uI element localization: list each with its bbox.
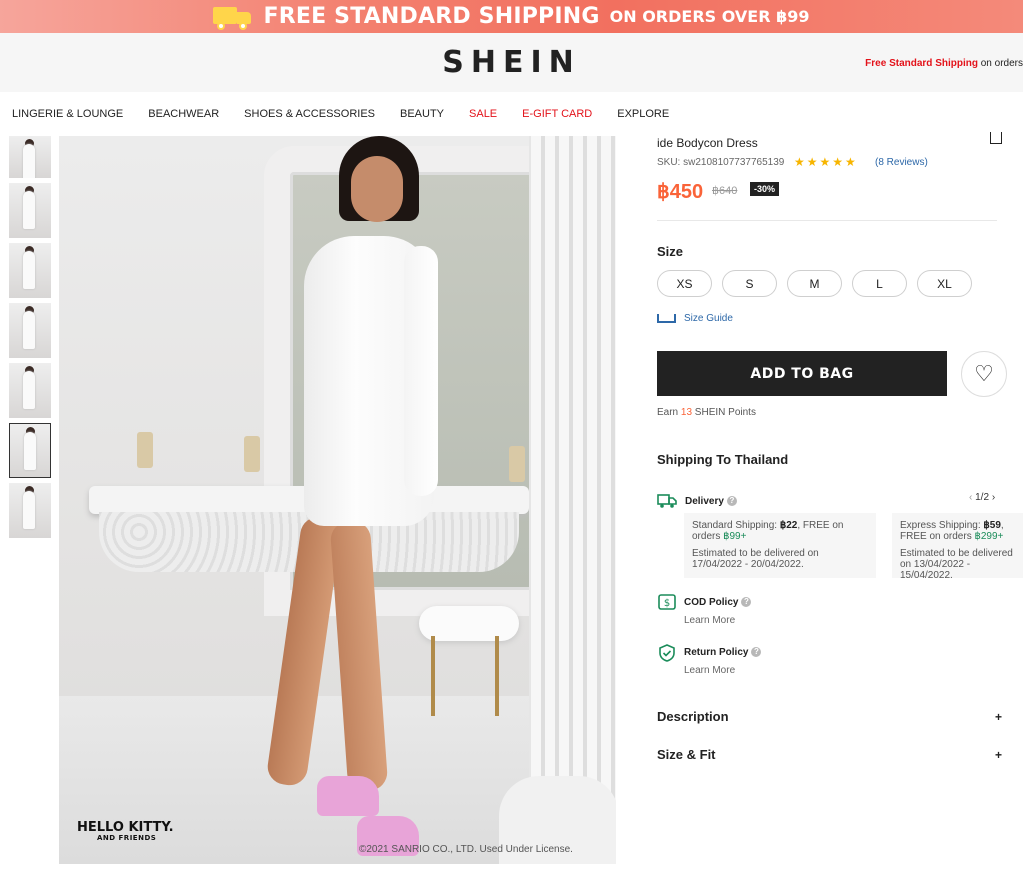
chevron-left-icon: ‹	[969, 492, 973, 503]
thumbnail[interactable]	[9, 243, 51, 298]
truck-icon	[213, 4, 253, 30]
header-shipping-note[interactable]: Free Standard Shipping on orders	[865, 58, 1023, 69]
nav-item-beachwear[interactable]: BEACHWEAR	[148, 108, 219, 120]
shipping-title: Shipping To Thailand	[657, 452, 789, 467]
header-shipping-highlight: Free Standard Shipping	[865, 58, 978, 69]
promo-banner[interactable]: FREE STANDARD SHIPPING ON ORDERS OVER ฿9…	[0, 0, 1023, 33]
shipping-option-card: Standard Shipping: ฿22, FREE on orders ฿…	[684, 513, 876, 578]
size-option-xl[interactable]: XL	[917, 270, 972, 297]
shield-check-icon	[657, 644, 677, 662]
divider	[657, 220, 997, 221]
main-nav: LINGERIE & LOUNGE BEACHWEAR SHOES & ACCE…	[0, 92, 1023, 136]
cod-icon: $	[657, 593, 677, 611]
add-to-bag-button[interactable]: ADD TO BAG	[657, 351, 947, 396]
heart-icon: ♡	[974, 361, 994, 386]
thumbnail-selected[interactable]	[9, 423, 51, 478]
site-header: SHEIN Free Standard Shipping on orders	[0, 33, 1023, 92]
points-number: 13	[680, 407, 693, 418]
promo-main-text: FREE STANDARD SHIPPING	[263, 4, 600, 29]
points-info: Earn 13 SHEIN Points	[657, 407, 756, 418]
size-option-l[interactable]: L	[852, 270, 907, 297]
thumbnail[interactable]	[9, 183, 51, 238]
cod-learn-more-link[interactable]: Learn More	[684, 615, 735, 626]
copyright-text: ©2021 SANRIO CO., LTD. Used Under Licens…	[359, 844, 573, 855]
size-options: XS S M L XL	[657, 270, 972, 297]
sale-price: ฿450	[657, 181, 704, 203]
header-shipping-rest: on orders	[977, 58, 1023, 69]
promo-sub-text: ON ORDERS OVER ฿99	[609, 7, 810, 26]
wishlist-button[interactable]: ♡	[961, 351, 1007, 397]
original-price: ฿640	[712, 185, 738, 197]
product-sku: SKU: sw2108107737765139	[657, 157, 785, 168]
plus-icon[interactable]: +	[995, 710, 1002, 724]
help-icon: ?	[741, 597, 752, 608]
discount-badge: -30%	[750, 182, 780, 196]
return-policy-label[interactable]: Return Policy?	[684, 647, 762, 658]
product-title: ide Bodycon Dress	[657, 136, 758, 150]
help-icon: ?	[726, 496, 737, 507]
thumbnail[interactable]	[9, 363, 51, 418]
svg-text:$: $	[664, 598, 670, 609]
size-fit-accordion[interactable]: Size & Fit	[657, 747, 716, 762]
reviews-link[interactable]: (8 Reviews)	[875, 157, 928, 168]
nav-item-sale[interactable]: SALE	[469, 108, 497, 120]
cod-policy-label[interactable]: COD Policy?	[684, 597, 752, 608]
column	[529, 136, 616, 864]
size-guide-label: Size Guide	[684, 313, 733, 324]
return-learn-more-link[interactable]: Learn More	[684, 665, 735, 676]
nav-item-lingerie[interactable]: LINGERIE & LOUNGE	[12, 108, 123, 120]
thumbnail[interactable]	[9, 136, 51, 178]
size-option-xs[interactable]: XS	[657, 270, 712, 297]
chevron-right-icon: ›	[991, 492, 996, 503]
nav-item-shoes-accessories[interactable]: SHOES & ACCESSORIES	[244, 108, 375, 120]
nav-item-beauty[interactable]: BEAUTY	[400, 108, 444, 120]
help-icon: ?	[751, 647, 762, 658]
ruler-icon	[657, 314, 676, 323]
delivery-truck-icon	[657, 492, 677, 510]
size-guide-link[interactable]: Size Guide	[657, 313, 733, 324]
share-icon[interactable]	[990, 132, 1002, 144]
nav-item-explore[interactable]: EXPLORE	[617, 108, 669, 120]
star-rating-icon: ★★★★★	[794, 155, 858, 169]
thumbnail[interactable]	[9, 303, 51, 358]
product-main-image[interactable]: HELLO KITTY. AND FRIENDS ©2021 SANRIO CO…	[59, 136, 616, 864]
size-label: Size	[657, 244, 684, 259]
thumbnail-list	[9, 136, 51, 543]
nav-item-e-gift-card[interactable]: E-GIFT CARD	[522, 108, 592, 120]
delivery-label: Delivery?	[685, 496, 737, 507]
shipping-option-card: Express Shipping: ฿59, FREE on orders ฿2…	[892, 513, 1023, 578]
size-option-s[interactable]: S	[722, 270, 777, 297]
description-accordion[interactable]: Description	[657, 709, 729, 724]
plus-icon[interactable]: +	[995, 748, 1002, 762]
delivery-pager[interactable]: ‹ 1/2 ›	[969, 492, 995, 503]
thumbnail[interactable]	[9, 483, 51, 538]
hello-kitty-logo: HELLO KITTY. AND FRIENDS	[77, 820, 174, 842]
size-option-m[interactable]: M	[787, 270, 842, 297]
